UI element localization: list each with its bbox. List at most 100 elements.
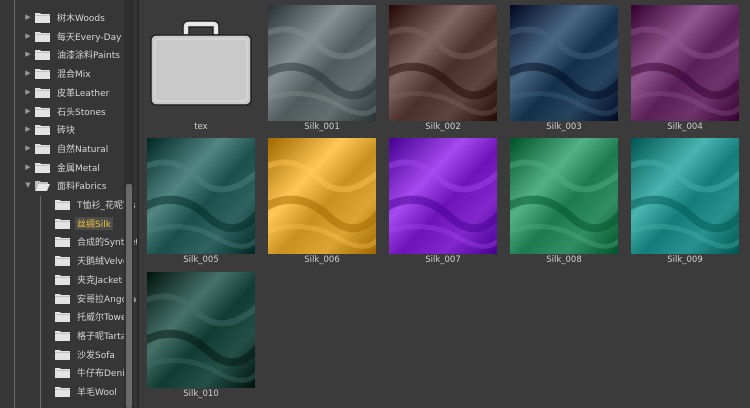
thumbnail-tile[interactable]: Silk_001 — [268, 5, 376, 132]
fabric-swatch-image — [510, 5, 618, 121]
sidebar-folder-item[interactable]: 牛仔布Denim — [0, 363, 138, 381]
sidebar-folder-item[interactable]: ▶ 混合Mix — [0, 64, 138, 82]
thumbnail-tile[interactable]: Silk_004 — [631, 5, 739, 132]
sidebar-item-label: 夹克Jacket — [77, 275, 123, 286]
sidebar-scroll-thumb[interactable] — [126, 184, 132, 408]
fabric-swatch-image — [631, 138, 739, 254]
fabric-swatch-image — [268, 138, 376, 254]
sidebar-item-label: 金属Metal — [57, 163, 100, 174]
sidebar-folder-item[interactable]: 合成的Synthet — [0, 232, 138, 250]
sidebar-item-label: 皮革Leather — [57, 88, 110, 99]
sidebar-folder-item[interactable]: ▶ 石头Stones — [0, 102, 138, 120]
fabric-swatch-image — [389, 5, 497, 121]
folder-icon — [55, 293, 70, 304]
chevron-right-icon[interactable] — [44, 219, 52, 227]
thumbnail-tile[interactable]: tex — [147, 5, 255, 132]
chevron-right-icon[interactable]: ▶ — [24, 69, 32, 77]
sidebar-folder-item[interactable]: 天鹅绒Velvet — [0, 251, 138, 269]
fabric-swatch-image — [389, 138, 497, 254]
chevron-right-icon[interactable] — [44, 312, 52, 320]
folder-icon — [55, 311, 70, 322]
sidebar-folder-item[interactable]: ▶ 树木Woods — [0, 8, 138, 26]
thumbnail-caption: tex — [194, 122, 208, 132]
folder-icon — [35, 87, 50, 98]
folder-icon — [55, 255, 70, 266]
chevron-right-icon[interactable]: ▶ — [24, 144, 32, 152]
chevron-right-icon[interactable] — [44, 294, 52, 302]
thumbnail-tile[interactable]: Silk_009 — [631, 138, 739, 265]
chevron-right-icon[interactable] — [44, 200, 52, 208]
sidebar-folder-item[interactable]: ▶ 砖块 — [0, 120, 138, 138]
folder-icon — [35, 49, 50, 60]
sidebar-folder-item[interactable]: ▼ 面料Fabrics — [0, 176, 138, 194]
thumbnail-grid: tex Silk_001 Silk_002 Silk_003 Silk_004 … — [139, 0, 750, 408]
chevron-right-icon[interactable] — [44, 237, 52, 245]
thumbnail-caption: Silk_009 — [667, 255, 703, 265]
fabric-swatch-image — [268, 5, 376, 121]
folder-icon — [55, 236, 70, 247]
sidebar-folder-item[interactable]: 丝绸Silk — [0, 214, 138, 232]
thumbnail-tile[interactable]: Silk_007 — [389, 138, 497, 265]
folder-icon — [55, 367, 70, 378]
folder-icon — [35, 68, 50, 79]
sidebar-folder-item[interactable]: 格子呢Tartan — [0, 326, 138, 344]
chevron-right-icon[interactable]: ▶ — [24, 13, 32, 21]
thumbnail-caption: Silk_008 — [546, 255, 582, 265]
thumbnail-caption: Silk_006 — [304, 255, 340, 265]
thumbnail-tile[interactable]: Silk_008 — [510, 138, 618, 265]
sidebar-item-label: 自然Natural — [57, 144, 109, 155]
sidebar-folder-item[interactable]: T恤衫_花呢T-s — [0, 195, 138, 213]
sidebar-item-label: 丝绸Silk — [75, 216, 113, 230]
sidebar-folder-item[interactable]: ▶ 自然Natural — [0, 139, 138, 157]
sidebar-folder-item[interactable]: 安哥拉Angora — [0, 289, 138, 307]
sidebar-folder-item[interactable]: ▶ 每天Every-Day — [0, 27, 138, 45]
chevron-right-icon[interactable]: ▶ — [24, 163, 32, 171]
thumbnail-tile[interactable]: Silk_010 — [147, 272, 255, 399]
chevron-right-icon[interactable] — [44, 331, 52, 339]
thumbnail-tile[interactable]: Silk_002 — [389, 5, 497, 132]
folder-icon — [35, 143, 50, 154]
folder-icon — [35, 12, 50, 23]
thumbnail-tile[interactable]: Silk_003 — [510, 5, 618, 132]
thumbnail-tile[interactable]: Silk_005 — [147, 138, 255, 265]
thumbnail-caption: Silk_010 — [183, 389, 219, 399]
sidebar-folder-item[interactable]: 托威尔Towell — [0, 307, 138, 325]
thumbnail-tile[interactable]: Silk_006 — [268, 138, 376, 265]
sidebar-item-label: 混合Mix — [57, 69, 91, 80]
thumbnail-caption: Silk_004 — [667, 122, 703, 132]
chevron-right-icon[interactable] — [44, 350, 52, 358]
chevron-down-icon[interactable]: ▼ — [24, 181, 32, 189]
folder-icon — [150, 20, 252, 106]
folder-icon — [55, 199, 70, 210]
sidebar-folder-item[interactable]: 沙发Sofa — [0, 345, 138, 363]
sidebar-item-label: 羊毛Wool — [77, 387, 117, 398]
chevron-right-icon[interactable] — [44, 275, 52, 283]
sidebar-folder-item[interactable]: ▶ 油漆涂料Paints — [0, 45, 138, 63]
fabric-swatch-image — [147, 272, 255, 388]
chevron-right-icon[interactable]: ▶ — [24, 88, 32, 96]
sidebar-folder-item[interactable]: ▶ 金属Metal — [0, 158, 138, 176]
chevron-right-icon[interactable]: ▶ — [24, 50, 32, 58]
sidebar-item-label: 沙发Sofa — [77, 350, 115, 361]
folder-tree-panel: ▶ 树木Woods ▶ 每天Every-Day ▶ 油漆涂料Paints ▶ 混合Mix ▶ 皮革… — [0, 0, 138, 408]
folder-icon — [55, 330, 70, 341]
chevron-right-icon[interactable] — [44, 256, 52, 264]
chevron-right-icon[interactable]: ▶ — [24, 125, 32, 133]
folder-icon — [35, 106, 50, 117]
chevron-right-icon[interactable] — [44, 387, 52, 395]
sidebar-folder-item[interactable]: ▶ 皮革Leather — [0, 83, 138, 101]
folder-icon — [55, 274, 70, 285]
folder-icon — [55, 218, 70, 229]
folder-icon — [35, 180, 50, 191]
chevron-right-icon[interactable] — [44, 368, 52, 376]
thumbnail-caption: Silk_007 — [425, 255, 461, 265]
chevron-right-icon[interactable]: ▶ — [24, 32, 32, 40]
sidebar-item-label: 树木Woods — [57, 13, 105, 24]
chevron-right-icon[interactable]: ▶ — [24, 107, 32, 115]
fabric-swatch-image — [631, 5, 739, 121]
sidebar-folder-item[interactable]: 羊毛Wool — [0, 382, 138, 400]
sidebar-item-label: 石头Stones — [57, 107, 106, 118]
sidebar-folder-item[interactable]: 夹克Jacket — [0, 270, 138, 288]
thumbnail-caption: Silk_005 — [183, 255, 219, 265]
sidebar-item-label: 每天Every-Day — [57, 32, 122, 43]
